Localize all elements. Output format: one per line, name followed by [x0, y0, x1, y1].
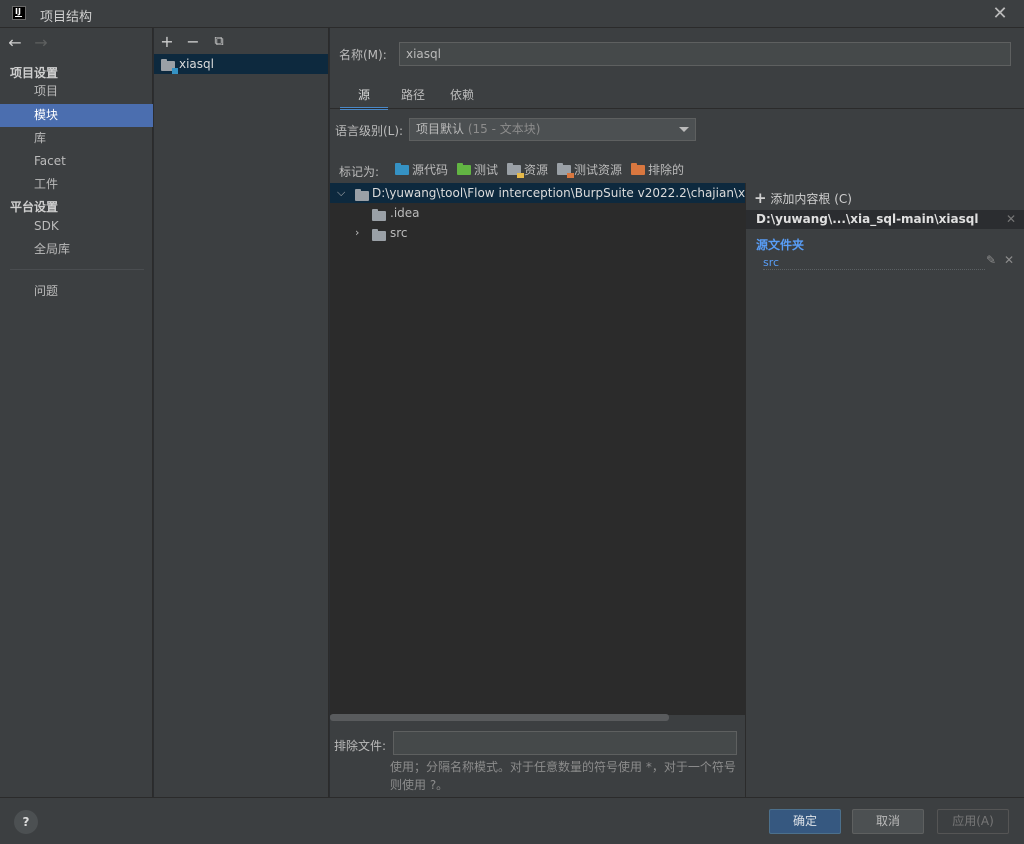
mark-excluded-label: 排除的: [648, 163, 685, 177]
language-level-value: 项目默认: [416, 122, 465, 136]
mark-tests-button[interactable]: 测试: [457, 161, 498, 179]
mark-tests-label: 测试: [474, 163, 499, 177]
plus-icon: +: [754, 189, 767, 207]
sources-folder-icon: [395, 163, 409, 175]
name-label: 名称(M):: [339, 48, 387, 62]
nav-item-libraries[interactable]: 库: [0, 127, 153, 150]
tree-row-root[interactable]: ⌵ D:\yuwang\tool\Flow interception\BurpS…: [330, 183, 762, 203]
nav-item-sdk[interactable]: SDK: [0, 215, 153, 238]
tab-sources[interactable]: 源: [340, 86, 388, 110]
source-folder-entry[interactable]: src: [763, 256, 985, 270]
copy-module-icon[interactable]: ⧉: [209, 32, 229, 52]
edit-icon[interactable]: ✎: [986, 253, 996, 267]
back-arrow-icon[interactable]: ←: [6, 34, 24, 52]
mark-test-resources-label: 测试资源: [574, 163, 623, 177]
tests-folder-icon: [457, 163, 471, 175]
add-content-root-label: 添加内容根 (C): [770, 192, 852, 206]
folder-icon: [372, 209, 386, 221]
resources-folder-icon: [507, 163, 524, 178]
tree-item-label: src: [390, 226, 408, 240]
folder-icon: [355, 189, 369, 201]
exclude-files-input[interactable]: [393, 731, 737, 755]
title-bar: IJ 项目结构 ✕: [0, 0, 1024, 28]
excluded-folder-icon: [631, 163, 645, 175]
tree-item-label: .idea: [390, 206, 420, 220]
nav-item-problems[interactable]: 问题: [0, 280, 153, 303]
chevron-down-icon: [679, 127, 689, 132]
remove-module-icon[interactable]: −: [183, 32, 203, 52]
module-list-item[interactable]: xiasql: [154, 54, 328, 74]
mark-resources-label: 资源: [524, 163, 549, 177]
module-folder-icon: [161, 59, 178, 74]
close-icon[interactable]: ✕: [990, 4, 1010, 24]
horizontal-scrollbar[interactable]: [330, 714, 669, 721]
module-name-input[interactable]: [399, 42, 1011, 66]
remove-root-icon[interactable]: ✕: [1006, 210, 1016, 229]
nav-item-modules[interactable]: 模块: [0, 104, 153, 127]
exclude-files-label: 排除文件:: [334, 739, 387, 753]
nav-divider: [10, 269, 144, 270]
dialog-footer: ? 确定 取消 应用(A): [0, 797, 1024, 844]
nav-section-project-settings: 项目设置: [10, 66, 59, 80]
tab-paths[interactable]: 路径: [401, 86, 425, 110]
add-content-root-button[interactable]: + 添加内容根 (C): [754, 189, 852, 207]
tree-row[interactable]: › src: [330, 223, 745, 243]
module-list-panel: + − ⧉ xiasql: [154, 28, 329, 797]
tab-dependencies[interactable]: 依赖: [450, 86, 474, 110]
module-name: xiasql: [179, 57, 214, 71]
language-level-select[interactable]: 项目默认 (15 - 文本块): [409, 118, 696, 141]
content-roots-panel: + 添加内容根 (C) D:\yuwang\...\xia_sql-main\x…: [746, 183, 1024, 797]
tabs-divider: [330, 108, 1024, 109]
cancel-button[interactable]: 取消: [852, 809, 924, 834]
content-tree: ⌵ D:\yuwang\tool\Flow interception\BurpS…: [330, 183, 762, 715]
language-level-detail: (15 - 文本块): [467, 122, 541, 136]
tree-root-path: D:\yuwang\tool\Flow interception\BurpSui…: [372, 186, 762, 200]
mark-sources-label: 源代码: [412, 163, 449, 177]
add-module-icon[interactable]: +: [157, 32, 177, 52]
source-folders-header: 源文件夹: [756, 238, 805, 252]
mark-excluded-button[interactable]: 排除的: [631, 161, 684, 179]
exclude-files-hint: 使用；分隔名称模式。对于任意数量的符号使用 *，对于一个符号则使用 ?。: [390, 760, 736, 792]
mark-resources-button[interactable]: 资源: [507, 161, 548, 179]
mark-as-label: 标记为:: [339, 165, 380, 179]
content-root-path: D:\yuwang\...\xia_sql-main\xiasql: [756, 212, 979, 226]
chevron-down-icon[interactable]: ⌵: [337, 184, 345, 202]
module-editor: 名称(M): 源 路径 依赖 语言级别(L): 项目默认 (15 - 文本块) …: [330, 28, 1024, 797]
mark-sources-button[interactable]: 源代码: [395, 161, 448, 179]
nav-item-global-libraries[interactable]: 全局库: [0, 238, 153, 261]
mark-test-resources-button[interactable]: 测试资源: [557, 161, 622, 179]
settings-nav: ← → 项目设置 项目 模块 库 Facet 工件 平台设置 SDK 全局库 问…: [0, 28, 153, 797]
nav-item-artifacts[interactable]: 工件: [0, 173, 153, 196]
help-button[interactable]: ?: [14, 810, 38, 834]
nav-item-facets[interactable]: Facet: [0, 150, 153, 173]
nav-section-platform-settings: 平台设置: [10, 200, 59, 214]
chevron-right-icon[interactable]: ›: [355, 223, 359, 243]
test-resources-folder-icon: [557, 163, 574, 178]
folder-icon: [372, 229, 386, 241]
forward-arrow-icon[interactable]: →: [32, 34, 50, 52]
nav-item-project[interactable]: 项目: [0, 80, 153, 103]
intellij-app-icon: IJ: [12, 6, 26, 20]
tree-row[interactable]: .idea: [330, 203, 745, 223]
content-root-header: D:\yuwang\...\xia_sql-main\xiasql ✕: [746, 210, 1024, 229]
apply-button[interactable]: 应用(A): [937, 809, 1009, 834]
window-title: 项目结构: [40, 10, 93, 25]
close-icon[interactable]: ✕: [1004, 253, 1014, 267]
ok-button[interactable]: 确定: [769, 809, 841, 834]
language-level-label: 语言级别(L):: [335, 124, 404, 138]
